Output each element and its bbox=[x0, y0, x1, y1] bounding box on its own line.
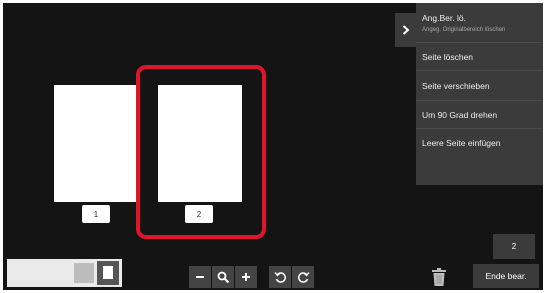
zoom-out-button[interactable] bbox=[189, 266, 211, 288]
page-thumbnail-1[interactable] bbox=[54, 85, 138, 202]
zoom-out-icon bbox=[196, 276, 204, 278]
rotate-page-button[interactable]: Um 90 Grad drehen bbox=[416, 101, 543, 129]
zoom-in-icon bbox=[242, 273, 250, 281]
page-number-label-1: 1 bbox=[82, 205, 110, 223]
magnifier-button[interactable] bbox=[212, 266, 234, 288]
mini-thumbnail-strip[interactable] bbox=[7, 259, 122, 287]
action-panel: Ang.Ber. lö. Angeg. Originalbereich lösc… bbox=[395, 3, 543, 185]
chevron-right-icon bbox=[402, 25, 410, 35]
page-number-label-2: 2 bbox=[185, 205, 213, 223]
insert-blank-page-label: Leere Seite einfügen bbox=[422, 138, 501, 148]
zoom-in-button[interactable] bbox=[235, 266, 257, 288]
rotate-right-icon bbox=[297, 271, 310, 283]
rotate-left-icon bbox=[273, 271, 286, 283]
delete-area-label: Ang.Ber. lö. bbox=[422, 12, 466, 23]
mini-thumbnail-selected[interactable] bbox=[97, 261, 119, 285]
panel-toggle-button[interactable] bbox=[395, 13, 416, 47]
delete-area-sublabel: Angeg. Originalbereich löschen bbox=[422, 26, 506, 33]
end-edit-button[interactable]: Ende bear. bbox=[473, 264, 539, 288]
screen: 1 2 Ang.Ber. lö. Angeg. Originalbereich … bbox=[3, 3, 543, 290]
rotate-left-button[interactable] bbox=[269, 266, 291, 288]
mini-thumbnail[interactable] bbox=[74, 263, 94, 283]
rotate-page-label: Um 90 Grad drehen bbox=[422, 109, 498, 120]
move-page-button[interactable]: Seite verschieben bbox=[416, 71, 543, 101]
page-count-button[interactable]: 2 bbox=[493, 234, 535, 259]
insert-blank-page-button[interactable]: Leere Seite einfügen bbox=[416, 129, 543, 157]
delete-page-button[interactable]: Seite löschen bbox=[416, 43, 543, 71]
page-thumbnail-2[interactable] bbox=[158, 85, 242, 202]
document-icon bbox=[103, 266, 113, 279]
delete-area-button[interactable]: Ang.Ber. lö. Angeg. Originalbereich lösc… bbox=[416, 3, 543, 43]
magnifier-icon bbox=[217, 271, 229, 283]
trash-icon[interactable] bbox=[430, 267, 448, 287]
delete-page-label: Seite löschen bbox=[422, 51, 474, 62]
move-page-label: Seite verschieben bbox=[422, 80, 490, 91]
rotate-right-button[interactable] bbox=[292, 266, 314, 288]
